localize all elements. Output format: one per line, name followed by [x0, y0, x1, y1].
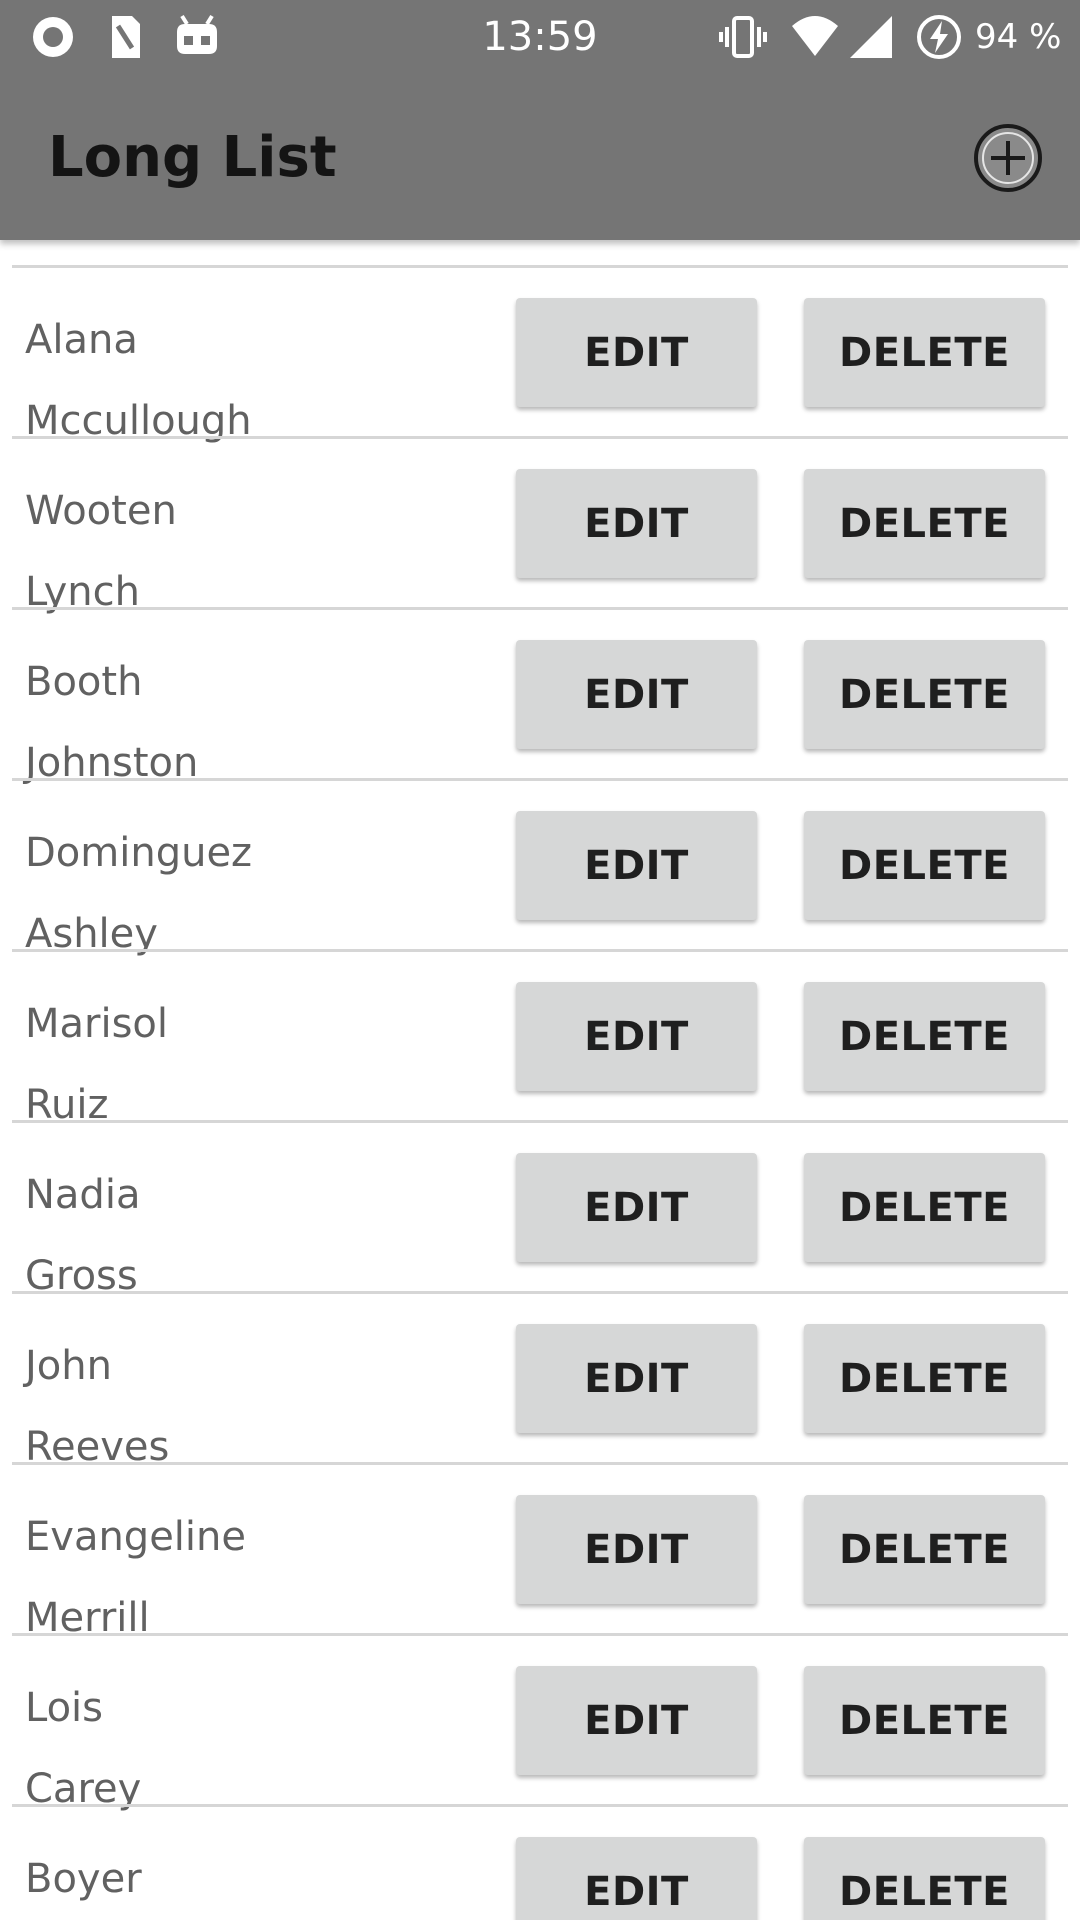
first-name: Marisol	[25, 1001, 169, 1047]
battery-percent: 94 %	[975, 17, 1062, 57]
first-name: Dominguez	[25, 830, 253, 876]
list-item: Wooten Lynch EDIT DELETE	[0, 439, 1080, 615]
battery-charging-icon	[917, 15, 961, 59]
sim-card-icon	[112, 16, 140, 58]
delete-button[interactable]: DELETE	[804, 1837, 1045, 1920]
delete-button[interactable]: DELETE	[804, 640, 1045, 749]
first-name: Boyer	[25, 1856, 142, 1902]
edit-button[interactable]: EDIT	[516, 811, 757, 920]
list-item: Booth Johnston EDIT DELETE	[0, 610, 1080, 786]
list-item: Boyer EDIT DELETE	[0, 1807, 1080, 1920]
add-circle-icon[interactable]	[972, 122, 1044, 194]
list-item: Alana Mccullough EDIT DELETE	[0, 268, 1080, 444]
delete-button[interactable]: DELETE	[804, 1666, 1045, 1775]
android-debug-icon	[177, 14, 217, 54]
delete-button[interactable]: DELETE	[804, 1324, 1045, 1433]
list-item: Marisol Ruiz EDIT DELETE	[0, 952, 1080, 1128]
list-item: Nadia Gross EDIT DELETE	[0, 1123, 1080, 1299]
delete-button[interactable]: DELETE	[804, 298, 1045, 407]
delete-button[interactable]: DELETE	[804, 982, 1045, 1091]
delete-button[interactable]: DELETE	[804, 1153, 1045, 1262]
status-time: 13:59	[482, 14, 598, 60]
edit-button[interactable]: EDIT	[516, 298, 757, 407]
edit-button[interactable]: EDIT	[516, 640, 757, 749]
first-name: Wooten	[25, 488, 177, 534]
vibrate-icon	[719, 16, 767, 58]
wifi-icon	[792, 16, 838, 56]
list-item: Lois Carey EDIT DELETE	[0, 1636, 1080, 1812]
list-item: Dominguez Ashley EDIT DELETE	[0, 781, 1080, 957]
first-name: Lois	[25, 1685, 104, 1731]
edit-button[interactable]: EDIT	[516, 1324, 757, 1433]
app-bar: 13:59 94 % Long List	[0, 0, 1080, 240]
record-icon	[33, 17, 73, 57]
list-item: Evangeline Merrill EDIT DELETE	[0, 1465, 1080, 1641]
status-bar: 13:59 94 %	[0, 0, 1080, 75]
first-name: Alana	[25, 317, 138, 363]
edit-button[interactable]: EDIT	[516, 1666, 757, 1775]
first-name: John	[25, 1343, 112, 1389]
first-name: Booth	[25, 659, 143, 705]
screen: 13:59 94 % Long List Alana Mccullough ED…	[0, 0, 1080, 1920]
edit-button[interactable]: EDIT	[516, 1153, 757, 1262]
list-item: John Reeves EDIT DELETE	[0, 1294, 1080, 1470]
delete-button[interactable]: DELETE	[804, 811, 1045, 920]
edit-button[interactable]: EDIT	[516, 1837, 757, 1920]
edit-button[interactable]: EDIT	[516, 1495, 757, 1604]
delete-button[interactable]: DELETE	[804, 1495, 1045, 1604]
cell-signal-icon	[850, 16, 892, 58]
first-name: Nadia	[25, 1172, 141, 1218]
delete-button[interactable]: DELETE	[804, 469, 1045, 578]
first-name: Evangeline	[25, 1514, 246, 1560]
edit-button[interactable]: EDIT	[516, 982, 757, 1091]
page-title: Long List	[48, 125, 337, 190]
edit-button[interactable]: EDIT	[516, 469, 757, 578]
